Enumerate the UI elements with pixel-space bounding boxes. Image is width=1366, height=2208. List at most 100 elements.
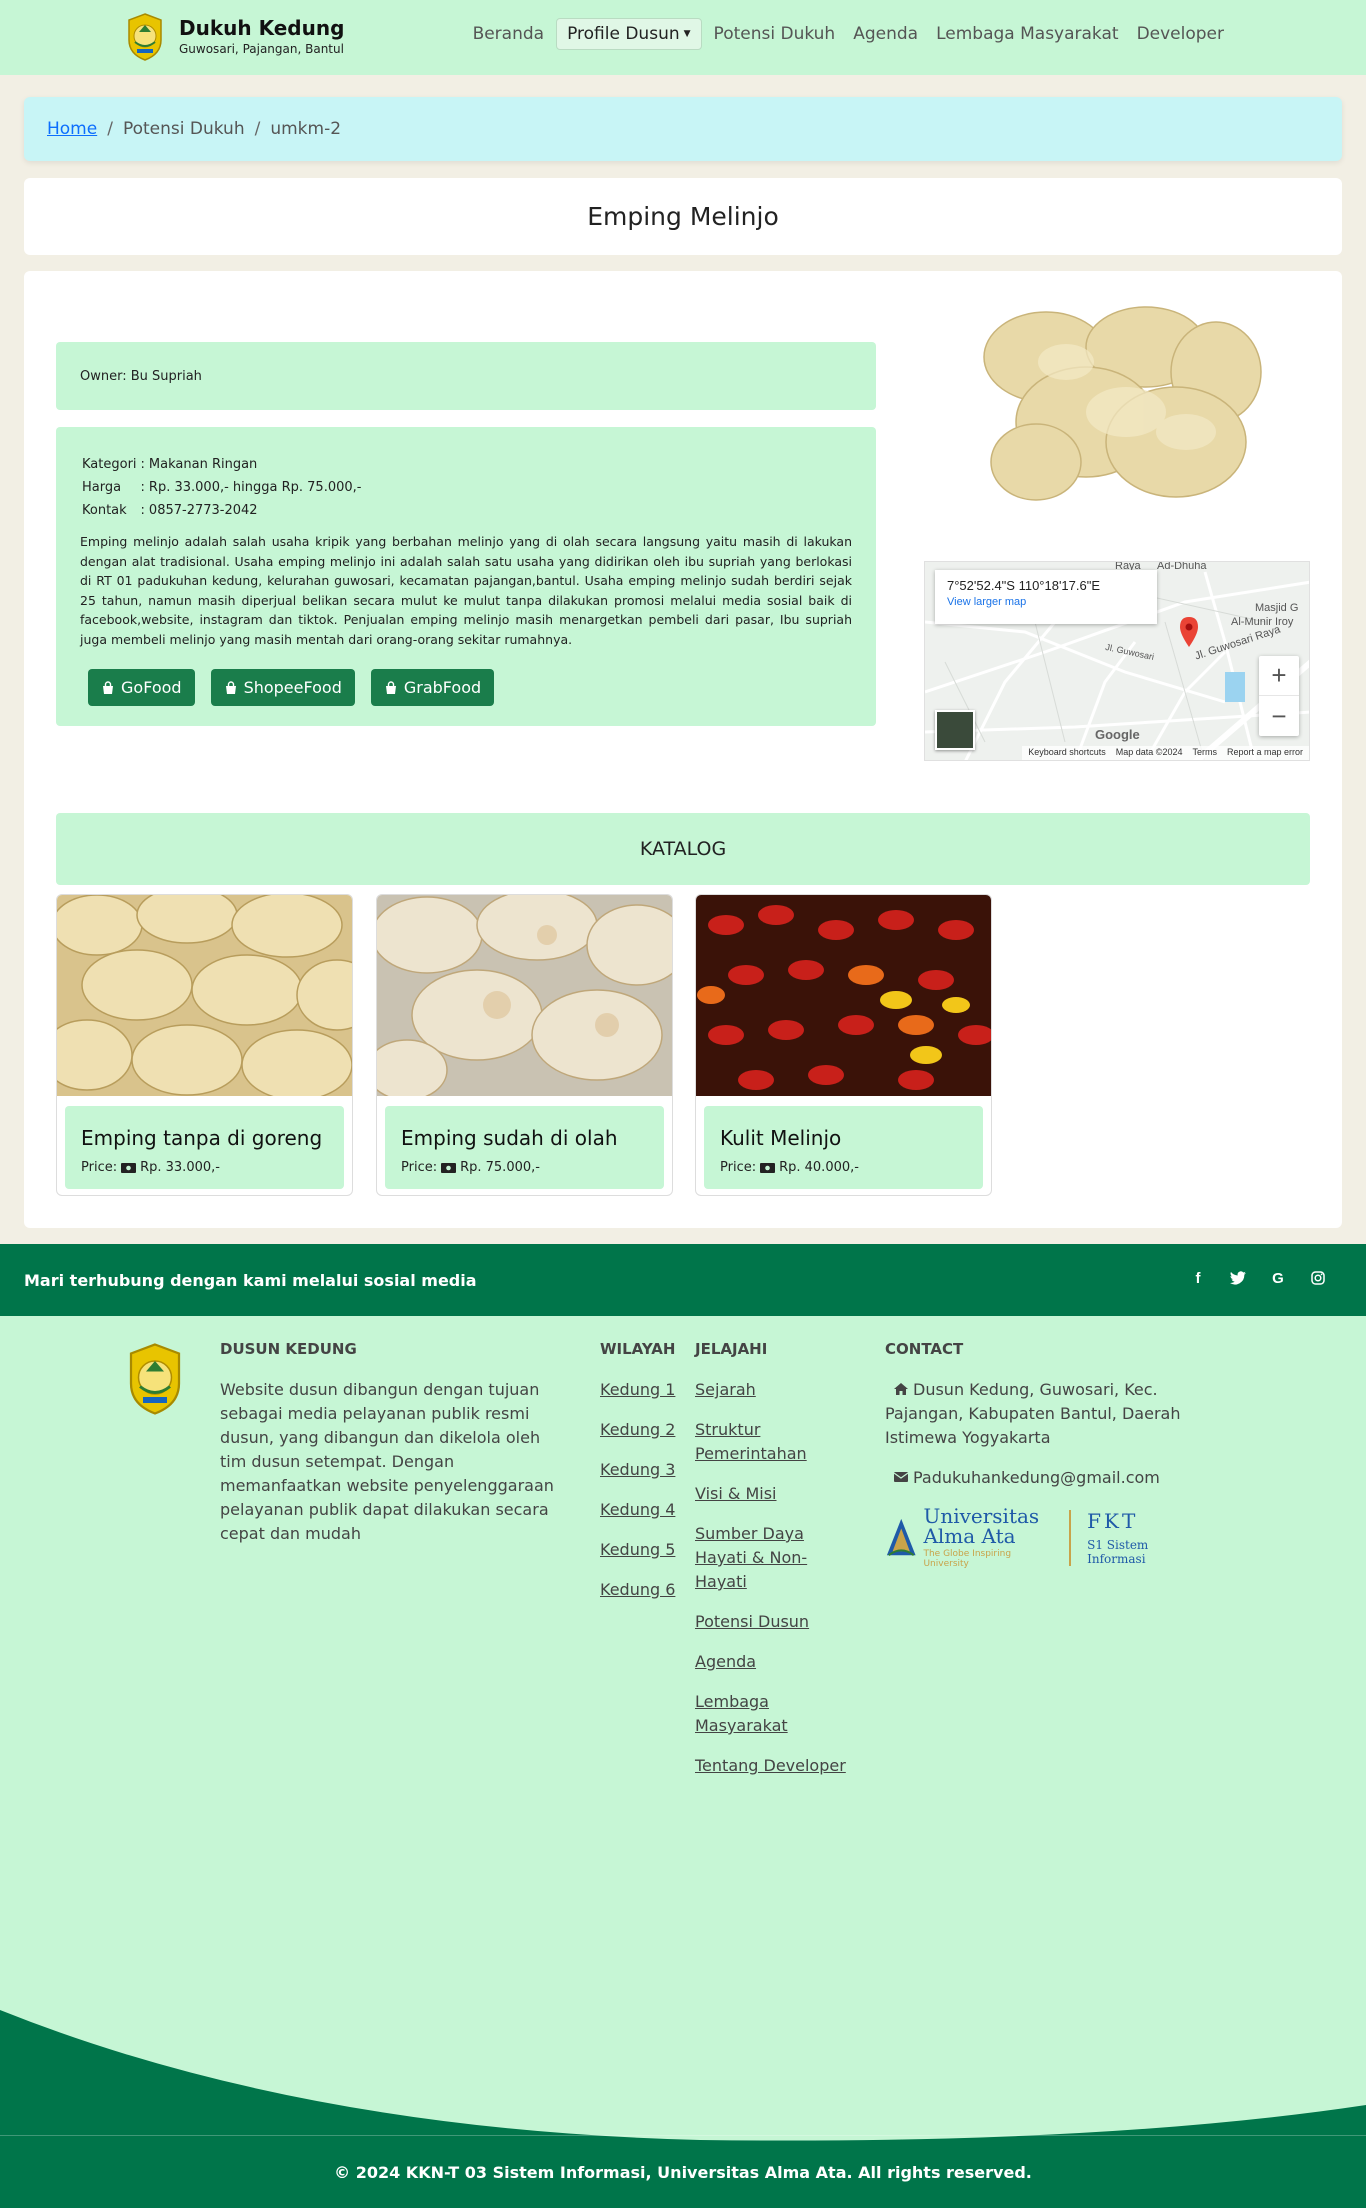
nav-profile-dusun-dropdown[interactable]: Profile Dusun ▼ (556, 18, 702, 50)
product-info-table: Kategori : Makanan Ringan Harga : Rp. 33… (80, 452, 365, 523)
footer-link-kedung-5[interactable]: Kedung 5 (600, 1538, 680, 1562)
shopping-bag-icon (103, 680, 113, 694)
brand[interactable]: Dukuh Kedung Guwosari, Pajangan, Bantul (125, 12, 344, 62)
footer-link-kedung-6[interactable]: Kedung 6 (600, 1578, 680, 1602)
map-coordinates: 7°52'52.4"S 110°18'17.6"E (947, 578, 1101, 593)
faculty-name: FKT (1087, 1509, 1139, 1533)
breadcrumb-current: umkm-2 (270, 119, 342, 139)
catalog-image (696, 895, 991, 1096)
katalog-header: KATALOG (56, 813, 1310, 885)
catalog-item-price: Price: Rp. 33.000,- (81, 1160, 328, 1175)
breadcrumb-separator: / (254, 119, 261, 139)
gofood-button[interactable]: GoFood (88, 669, 195, 706)
info-separator: : (140, 480, 145, 495)
logo-divider (1069, 1509, 1072, 1566)
facebook-icon[interactable]: f (1188, 1268, 1208, 1288)
price-value: Rp. 33.000,- (140, 1160, 220, 1175)
nav-lembaga-masyarakat[interactable]: Lembaga Masyarakat (928, 18, 1126, 50)
nav-potensi-dukuh[interactable]: Potensi Dukuh (706, 18, 844, 50)
keyboard-shortcuts-link[interactable]: Keyboard shortcuts (1028, 747, 1106, 759)
location-map[interactable]: Raya Ad-Dhuha Masjid G Al-Munir Iroy Jl.… (924, 561, 1310, 761)
google-icon[interactable]: G (1268, 1268, 1288, 1288)
money-bill-icon (121, 1162, 137, 1173)
shopeefood-button[interactable]: ShopeeFood (210, 669, 355, 706)
envelope-icon (893, 1472, 909, 1482)
footer-link-kedung-4[interactable]: Kedung 4 (600, 1498, 680, 1522)
home-icon (894, 1383, 908, 1395)
info-row-harga: Harga : Rp. 33.000,- hingga Rp. 75.000,- (82, 477, 363, 498)
footer-link-struktur[interactable]: Struktur Pemerintahan (695, 1418, 855, 1466)
catalog-image (57, 895, 352, 1096)
catalog-card[interactable]: Emping sudah di olah Price: Rp. 75.000,- (376, 894, 673, 1196)
social-cta-text: Mari terhubung dengan kami melalui sosia… (24, 1270, 477, 1290)
nav-beranda[interactable]: Beranda (465, 18, 553, 50)
footer-link-potensi[interactable]: Potensi Dusun (695, 1610, 855, 1634)
footer-link-sejarah[interactable]: Sejarah (695, 1378, 855, 1402)
info-row-kontak: Kontak : 0857-2773-2042 (82, 500, 363, 521)
village-emblem-logo (128, 13, 162, 61)
catalog-item-name: Kulit Melinjo (720, 1126, 842, 1150)
view-larger-map-link[interactable]: View larger map (947, 596, 1145, 608)
navbar: Dukuh Kedung Guwosari, Pajangan, Bantul … (0, 0, 1366, 75)
report-map-error-link[interactable]: Report a map error (1227, 747, 1303, 759)
breadcrumb-separator: / (107, 119, 113, 139)
breadcrumb-home-link[interactable]: Home (47, 119, 97, 139)
nav-menu: Beranda Profile Dusun ▼ Potensi Dukuh Age… (465, 18, 1232, 50)
footer-wilayah-title: WILAYAH (600, 1340, 676, 1358)
footer-link-lembaga[interactable]: Lembaga Masyarakat (695, 1690, 855, 1738)
grabfood-button[interactable]: GrabFood (370, 669, 495, 706)
info-separator: : (140, 457, 145, 472)
footer-link-kedung-2[interactable]: Kedung 2 (600, 1418, 680, 1442)
contact-email: Padukuhankedung@gmail.com (885, 1466, 1205, 1490)
nav-profile-label: Profile Dusun (567, 24, 680, 44)
map-info-window: 7°52'52.4"S 110°18'17.6"E View larger ma… (935, 570, 1157, 624)
footer-jelajahi: JELAJAHI Sejarah Struktur Pemerintahan V… (695, 1340, 855, 1794)
terms-link[interactable]: Terms (1192, 747, 1217, 759)
harga-value: Rp. 33.000,- hingga Rp. 75.000,- (148, 480, 362, 495)
footer-link-developer[interactable]: Tentang Developer (695, 1754, 855, 1778)
shopping-bag-icon (385, 680, 396, 694)
catalog-body: Emping tanpa di goreng Price: Rp. 33.000… (65, 1106, 344, 1189)
university-logo: Universitas Alma Ata The Globe Inspiring… (885, 1506, 1205, 1569)
nav-agenda[interactable]: Agenda (845, 18, 926, 50)
footer-link-visi-misi[interactable]: Visi & Misi (695, 1482, 855, 1506)
shopping-bag-icon (225, 680, 236, 694)
map-label: Masjid G (1255, 602, 1299, 614)
page-title: Emping Melinjo (587, 202, 779, 231)
catalog-item-name: Emping sudah di olah (401, 1126, 618, 1150)
price-label: Price: (720, 1160, 757, 1175)
catalog-card[interactable]: Emping tanpa di goreng Price: Rp. 33.000… (56, 894, 353, 1196)
footer-link-kedung-3[interactable]: Kedung 3 (600, 1458, 680, 1482)
map-data-text: Map data ©2024 (1115, 747, 1183, 757)
footer-link-kedung-1[interactable]: Kedung 1 (600, 1378, 680, 1402)
catalog-body: Emping sudah di olah Price: Rp. 75.000,- (385, 1106, 664, 1189)
footer-about-title: DUSUN KEDUNG (220, 1340, 357, 1358)
map-label: Al-Munir Iroy (1231, 616, 1294, 628)
price-value: Rp. 40.000,- (779, 1160, 859, 1175)
kategori-value: Makanan Ringan (148, 457, 258, 472)
footer-link-sumber-daya[interactable]: Sumber Daya Hayati & Non-Hayati (695, 1522, 855, 1594)
owner-text: Owner: Bu Supriah (80, 368, 202, 384)
contact-address: Dusun Kedung, Guwosari, Kec. Pajangan, K… (885, 1378, 1205, 1450)
catalog-item-name: Emping tanpa di goreng (81, 1126, 323, 1150)
catalog-body: Kulit Melinjo Price: Rp. 40.000,- (704, 1106, 983, 1189)
product-image (976, 302, 1262, 506)
price-label: Price: (81, 1160, 118, 1175)
footer-link-agenda[interactable]: Agenda (695, 1650, 855, 1674)
twitter-icon[interactable] (1228, 1268, 1248, 1288)
info-separator: : (140, 503, 145, 518)
catalog-card[interactable]: Kulit Melinjo Price: Rp. 40.000,- (695, 894, 992, 1196)
breadcrumb-section: Potensi Dukuh (122, 119, 245, 139)
instagram-icon[interactable] (1308, 1268, 1328, 1288)
social-bar: Mari terhubung dengan kami melalui sosia… (0, 1244, 1366, 1316)
social-icons: f G (1188, 1268, 1328, 1288)
nav-developer[interactable]: Developer (1129, 18, 1232, 50)
google-logo: Google (1095, 727, 1140, 742)
zoom-out-button[interactable]: − (1259, 696, 1299, 736)
university-tagline: The Globe Inspiring University (923, 1549, 1012, 1569)
harga-label: Harga (82, 480, 122, 495)
zoom-in-button[interactable]: + (1259, 656, 1299, 696)
caret-down-icon: ▼ (683, 29, 691, 39)
map-satellite-toggle[interactable] (935, 710, 975, 750)
brand-title: Dukuh Kedung (179, 16, 345, 40)
